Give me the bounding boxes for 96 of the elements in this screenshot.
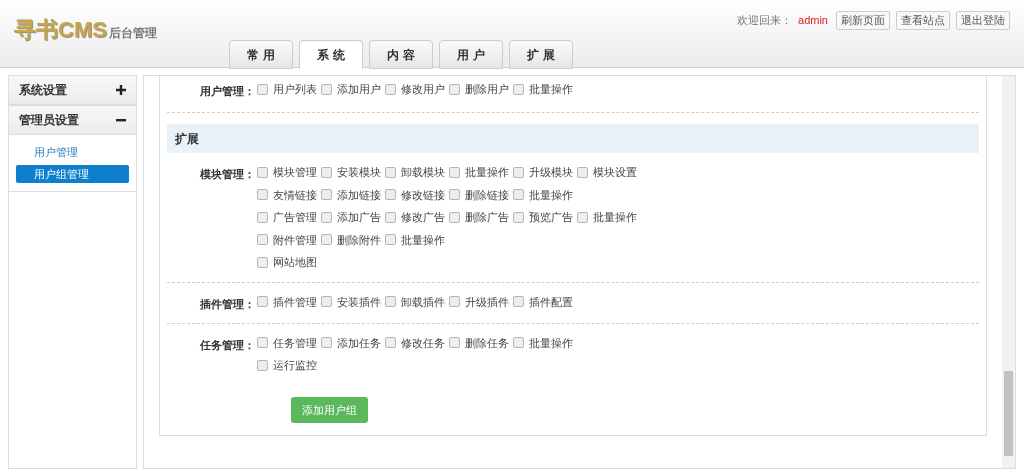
checkbox[interactable]: [321, 337, 332, 349]
nav-tab[interactable]: 用 户: [439, 40, 503, 69]
checkbox-label: 批量操作: [529, 335, 573, 351]
checkbox-label: 修改任务: [401, 335, 445, 351]
checkbox-label: 升级插件: [465, 294, 509, 310]
checkbox-label: 模块管理: [273, 165, 317, 180]
checkbox[interactable]: [449, 296, 460, 308]
checkbox[interactable]: [321, 234, 332, 246]
checkbox[interactable]: [577, 211, 588, 223]
header-button[interactable]: 退出登陆: [956, 11, 1010, 30]
checkbox[interactable]: [321, 83, 332, 95]
checkbox-label: 添加链接: [337, 187, 381, 203]
checkbox-label: 修改链接: [401, 187, 445, 203]
checkbox-label: 安装插件: [337, 294, 381, 310]
checkbox[interactable]: [257, 296, 268, 308]
checkbox[interactable]: [385, 83, 396, 95]
checkbox-label: 插件管理: [273, 294, 317, 310]
checkbox[interactable]: [513, 337, 524, 349]
checkbox[interactable]: [385, 296, 396, 308]
welcome-text: 欢迎回来：: [737, 13, 793, 29]
group-label: 任务管理：: [200, 338, 255, 351]
checkbox[interactable]: [449, 83, 460, 95]
checkbox-label: 卸载插件: [401, 294, 445, 310]
group-label: 用户管理：: [200, 85, 255, 97]
checkbox[interactable]: [385, 337, 396, 349]
checkbox[interactable]: [257, 337, 268, 349]
section-title: 扩展: [175, 130, 199, 148]
nav-tab[interactable]: 常 用: [229, 40, 293, 69]
checkbox-label: 预览广告: [529, 210, 573, 225]
checkbox[interactable]: [321, 189, 332, 201]
checkbox-label: 删除链接: [465, 187, 509, 203]
checkbox-label: 插件配置: [529, 294, 573, 310]
checkbox[interactable]: [513, 166, 524, 178]
checkbox[interactable]: [257, 166, 268, 178]
checkbox[interactable]: [257, 234, 268, 246]
checkbox-label: 运行监控: [273, 358, 317, 373]
checkbox-label: 附件管理: [273, 232, 317, 248]
checkbox[interactable]: [449, 189, 460, 201]
group-label: 插件管理：: [200, 297, 255, 310]
checkbox-label: 批量操作: [529, 187, 573, 203]
header-button[interactable]: 刷新页面: [836, 11, 890, 30]
username: admin: [798, 13, 828, 29]
checkbox[interactable]: [577, 166, 588, 178]
checkbox-label: 添加任务: [337, 335, 381, 351]
checkbox-label: 批量操作: [529, 82, 573, 97]
sidebar-group-header[interactable]: 管理员设置: [9, 106, 136, 135]
checkbox-label: 修改广告: [401, 210, 445, 225]
logo-subtitle: 后台管理: [108, 27, 157, 41]
checkbox-label: 删除用户: [465, 82, 509, 97]
checkbox-label: 卸载模块: [401, 165, 445, 180]
checkbox[interactable]: [257, 256, 268, 268]
checkbox-label: 删除任务: [465, 335, 509, 351]
checkbox-label: 升级模块: [529, 165, 573, 180]
checkbox[interactable]: [513, 211, 524, 223]
group-label: 模块管理：: [200, 168, 255, 180]
checkbox-label: 任务管理: [273, 335, 317, 351]
nav-tab[interactable]: 系 统: [299, 40, 363, 69]
header-button[interactable]: 查看站点: [896, 11, 950, 30]
checkbox[interactable]: [321, 166, 332, 178]
checkbox-label: 添加广告: [337, 210, 381, 225]
checkbox-label: 用户列表: [273, 82, 317, 97]
sidebar-item[interactable]: 用户组管理: [16, 165, 129, 183]
checkbox[interactable]: [257, 359, 268, 371]
checkbox-label: 删除附件: [337, 232, 381, 248]
checkbox[interactable]: [449, 337, 460, 349]
checkbox-label: 广告管理: [273, 210, 317, 225]
checkbox-label: 安装模块: [337, 165, 381, 180]
checkbox-label: 修改用户: [401, 82, 445, 97]
checkbox[interactable]: [513, 189, 524, 201]
logo-title: 寻书CMS: [14, 19, 107, 41]
checkbox[interactable]: [449, 166, 460, 178]
expand-icon: [116, 85, 126, 95]
checkbox-label: 模块设置: [593, 165, 637, 180]
checkbox[interactable]: [385, 189, 396, 201]
checkbox-label: 网站地图: [273, 255, 317, 270]
checkbox[interactable]: [513, 296, 524, 308]
sidebar-group-header[interactable]: 系统设置: [9, 76, 136, 105]
checkbox-label: 批量操作: [465, 165, 509, 180]
checkbox-label: 批量操作: [401, 232, 445, 248]
checkbox[interactable]: [449, 211, 460, 223]
checkbox[interactable]: [385, 211, 396, 223]
checkbox[interactable]: [257, 189, 268, 201]
sidebar-item[interactable]: 用户管理: [16, 143, 129, 161]
nav-tab[interactable]: 扩 展: [509, 40, 573, 69]
checkbox[interactable]: [321, 211, 332, 223]
checkbox-label: 删除广告: [465, 210, 509, 225]
checkbox-label: 添加用户: [337, 82, 381, 97]
checkbox-label: 友情链接: [273, 187, 317, 203]
nav-tab[interactable]: 内 容: [369, 40, 433, 69]
checkbox[interactable]: [385, 166, 396, 178]
checkbox-label: 批量操作: [593, 210, 637, 225]
checkbox[interactable]: [385, 234, 396, 246]
checkbox[interactable]: [321, 296, 332, 308]
checkbox[interactable]: [257, 211, 268, 223]
checkbox[interactable]: [513, 83, 524, 95]
checkbox[interactable]: [257, 83, 268, 95]
